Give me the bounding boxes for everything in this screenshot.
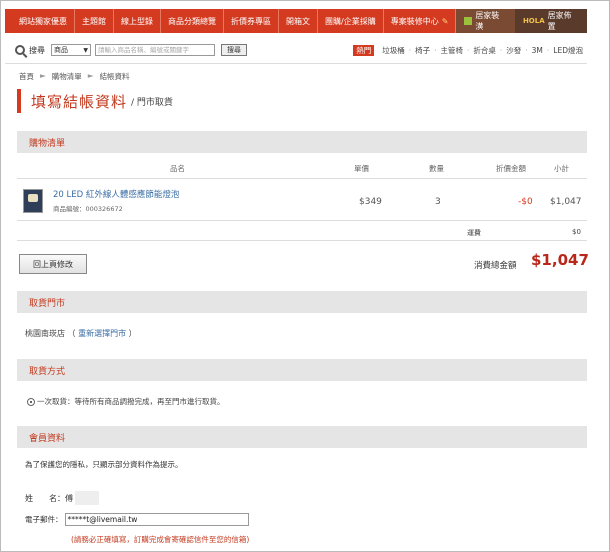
hot-link-trashcan[interactable]: 垃圾桶 [378, 45, 409, 56]
shipping-label: 運費 [467, 229, 481, 237]
page-subtitle: / 門市取貨 [131, 97, 173, 108]
nav-item-unboxing[interactable]: 開箱文 [279, 9, 318, 33]
search-icon [15, 45, 25, 55]
breadcrumb-cart[interactable]: 購物清單 [52, 71, 82, 82]
email-input[interactable]: *****t@livemail.tw [64, 513, 249, 526]
search-input[interactable]: 請輸入商品名稱、編號或關鍵字 [95, 44, 215, 56]
name-label: 姓 名： [25, 493, 65, 503]
product-subtotal: $1,047 [550, 197, 582, 207]
email-field: 電子郵件： *****t@livemail.tw [25, 513, 249, 526]
product-code: 商品編號：000326672 [53, 205, 123, 213]
total-value: $1,047 [531, 251, 589, 269]
nav-item-categories[interactable]: 商品分類總覽 [161, 9, 224, 33]
name-value: 傅 [65, 493, 73, 503]
nav-item-coupons[interactable]: 折價券專區 [224, 9, 279, 33]
nav-item-group-buy[interactable]: 團購/企業採購 [318, 9, 384, 33]
hot-link-folding-table[interactable]: 折合桌 [469, 45, 500, 56]
product-thumbnail[interactable] [23, 189, 43, 213]
column-header-discount: 折價金額 [496, 164, 526, 173]
hot-link-office-chair[interactable]: 主管椅 [436, 45, 467, 56]
page-title-bar: 填寫結帳資料 / 門市取貨 [17, 89, 173, 113]
table-row: 20 LED 紅外線人體感應節能燈泡 商品編號：000326672 $349 3… [17, 181, 587, 221]
product-name-link[interactable]: 20 LED 紅外線人體感應節能燈泡 [53, 188, 179, 200]
nav-item-renovation[interactable]: 專案裝修中心 ✎ [384, 9, 457, 33]
nav-item-renovation-label: 專案裝修中心 [390, 16, 439, 26]
product-qty: 3 [435, 197, 441, 207]
reselect-open-paren: （ [67, 329, 76, 338]
hot-badge: 熱門 [353, 44, 375, 56]
back-modify-button[interactable]: 回上頁修改 [19, 254, 87, 274]
nav-item-catalog[interactable]: 線上型錄 [114, 9, 161, 33]
hot-link-led[interactable]: LED燈泡 [549, 45, 587, 56]
pickup-method-option-label: 一次取貨：等待所有商品調撥完成，再至門市進行取貨。 [37, 397, 225, 406]
hot-link-sofa[interactable]: 沙發 [502, 45, 525, 56]
product-discount: -$0 [518, 197, 533, 207]
pickup-store-section-header: 取貨門市 [17, 291, 587, 313]
cart-section-header: 購物清單 [17, 131, 587, 153]
hola-logo: HOLA [522, 17, 545, 25]
page-title: 填寫結帳資料 [31, 92, 128, 111]
reselect-store-link[interactable]: 重新選擇門市 [78, 329, 126, 338]
column-header-price: 單價 [354, 164, 369, 173]
privacy-note: 為了保護您的隱私，只顯示部分資料作為提示。 [25, 460, 183, 469]
hola-label: 居家佈置 [547, 11, 572, 31]
breadcrumb-separator-icon: ► [40, 71, 46, 80]
breadcrumb-home[interactable]: 首頁 [19, 71, 34, 82]
shipping-row: 運費 $0 [17, 223, 587, 241]
home-decor-link[interactable]: 居家裝潢 [456, 9, 515, 33]
search-bar: 搜尋 商品 ▼ 請輸入商品名稱、編號或關鍵字 搜尋 熱門 垃圾桶 · 椅子 · 主管椅… [15, 41, 587, 59]
nav-item-theme[interactable]: 主題館 [75, 9, 114, 33]
column-header-subtotal: 小計 [554, 164, 569, 173]
name-masked-area [75, 491, 99, 505]
email-note: (請務必正確填寫，訂購完成會寄確認信件至您的信箱) [71, 535, 250, 544]
pencil-icon: ✎ [441, 16, 449, 26]
pickup-method-section-header: 取貨方式 [17, 359, 587, 381]
shipping-value: $0 [572, 228, 581, 236]
hot-link-chair[interactable]: 椅子 [411, 45, 434, 56]
total-label: 消費總金額 [474, 261, 517, 271]
hot-keywords: 熱門 垃圾桶 · 椅子 · 主管椅 · 折合桌 · 沙發 · 3M · LED燈泡 [353, 44, 587, 56]
divider [5, 63, 587, 64]
product-price: $349 [359, 197, 382, 207]
pickup-store: 桃園南崁店 （ 重新選擇門市 ） [25, 328, 137, 339]
search-label: 搜尋 [29, 45, 45, 55]
hot-link-3m[interactable]: 3M [528, 46, 547, 55]
nav-item-exclusive[interactable]: 網站獨家優惠 [5, 9, 75, 33]
search-category-select[interactable]: 商品 ▼ [51, 44, 91, 56]
column-header-qty: 數量 [429, 164, 444, 173]
breadcrumb: 首頁 ► 購物清單 ► 結帳資料 [19, 71, 130, 82]
home-decor-label: 居家裝潢 [475, 11, 500, 31]
breadcrumb-checkout: 結帳資料 [99, 72, 130, 81]
email-label: 電子郵件： [25, 515, 63, 524]
home-decor-logo-icon [464, 17, 473, 25]
member-section-header: 會員資料 [17, 426, 587, 448]
pickup-method-option[interactable]: 一次取貨：等待所有商品調撥完成，再至門市進行取貨。 [27, 396, 225, 407]
breadcrumb-separator-icon: ► [87, 71, 94, 80]
store-name: 桃園南崁店 [25, 329, 65, 338]
browser-frame: 網站獨家優惠 主題館 線上型錄 商品分類總覽 折價券專區 開箱文 團購/企業採購… [0, 0, 610, 552]
name-field: 姓 名： 傅 [25, 491, 99, 505]
radio-button[interactable] [27, 397, 35, 406]
column-header-name: 品名 [170, 164, 185, 173]
top-navigation: 網站獨家優惠 主題館 線上型錄 商品分類總覽 折價券專區 開箱文 團購/企業採購… [5, 9, 587, 33]
chevron-down-icon: ▼ [83, 46, 88, 54]
cart-table-header: 品名 單價 數量 折價金額 小計 [17, 155, 587, 179]
hola-link[interactable]: HOLA 居家佈置 [514, 9, 587, 33]
search-button[interactable]: 搜尋 [221, 44, 247, 56]
reselect-close-paren: ） [128, 329, 137, 338]
search-category-value: 商品 [54, 46, 68, 54]
